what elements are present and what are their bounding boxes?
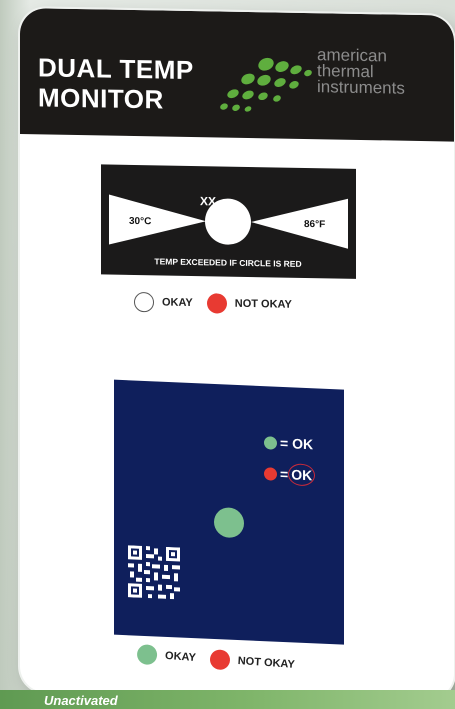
indicator-footer: TEMP EXCEEDED IF CIRCLE IS RED bbox=[154, 256, 301, 269]
legend-bottom: OKAY NOT OKAY bbox=[136, 643, 296, 675]
caption-text: Unactivated bbox=[44, 693, 118, 708]
legend-top-okay: OKAY bbox=[162, 296, 193, 310]
monitor-card: DUAL TEMP MONITOR american thermal instr… bbox=[20, 8, 454, 700]
legend-bottom-not-okay: NOT OKAY bbox=[237, 654, 296, 671]
temperature-indicator: XX 30°C 86°F TEMP EXCEEDED IF CIRCLE IS … bbox=[101, 164, 356, 279]
qr-code-icon bbox=[128, 545, 180, 600]
brand-word-3: instruments bbox=[317, 77, 405, 98]
legend-top-not-okay: NOT OKAY bbox=[234, 297, 292, 311]
panel-ok-circled: OK bbox=[288, 463, 316, 487]
brand-dots-logo bbox=[220, 57, 312, 112]
activation-panel: = OK = OK bbox=[114, 379, 344, 645]
panel-eq-text: = bbox=[280, 465, 289, 483]
not-okay-dot-red bbox=[206, 293, 227, 314]
right-triangle bbox=[251, 198, 348, 249]
panel-ok-text: = OK bbox=[280, 434, 314, 453]
indicator-left-temp: 30°C bbox=[129, 216, 151, 227]
title-line-1: DUAL TEMP bbox=[38, 52, 194, 86]
indicator-graphic: XX 30°C 86°F TEMP EXCEEDED IF CIRCLE IS … bbox=[109, 194, 348, 269]
panel-red-dot bbox=[264, 466, 277, 481]
product-title: DUAL TEMP MONITOR bbox=[38, 52, 218, 115]
status-dot-green bbox=[214, 507, 244, 539]
legend-bottom-okay: OKAY bbox=[164, 649, 197, 665]
card-header: DUAL TEMP MONITOR american thermal instr… bbox=[20, 8, 454, 142]
okay-dot-green bbox=[136, 643, 158, 666]
indicator-center-label: XX bbox=[200, 194, 216, 208]
legend-top: OKAY NOT OKAY bbox=[134, 291, 292, 315]
not-okay-dot-red-bottom bbox=[209, 649, 231, 671]
panel-ok-row: = OK bbox=[264, 434, 313, 452]
panel-green-dot bbox=[264, 435, 277, 450]
panel-not-ok-row: = OK bbox=[264, 462, 316, 487]
left-triangle bbox=[109, 194, 206, 245]
okay-dot-white bbox=[134, 291, 154, 313]
brand-name: american thermal instruments bbox=[317, 45, 447, 98]
indicator-right-temp: 86°F bbox=[304, 219, 325, 230]
title-line-2: MONITOR bbox=[38, 82, 164, 115]
